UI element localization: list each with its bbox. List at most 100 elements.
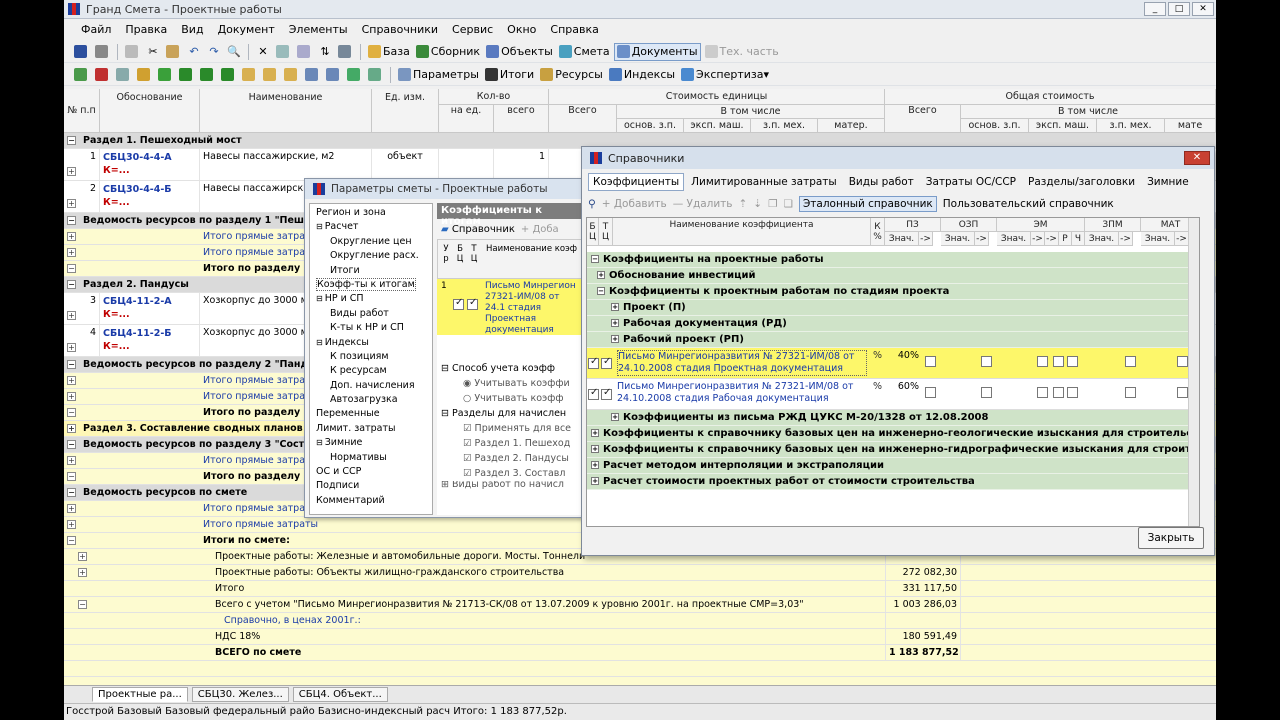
section-2-check[interactable]: ☑ Раздел 2. Пандусы — [441, 451, 583, 466]
dcol-r[interactable]: Р — [1059, 232, 1072, 246]
expand-icon[interactable]: + — [67, 248, 76, 257]
item-flag-check[interactable] — [981, 387, 992, 398]
group-expand-icon[interactable]: + — [611, 413, 619, 421]
params-row-check-t[interactable] — [467, 297, 478, 310]
expand-icon[interactable]: + — [67, 392, 76, 401]
grid-icon[interactable] — [295, 43, 314, 61]
row-code[interactable]: СБЦ30-4-4-А К=... — [100, 149, 200, 180]
dcol-value[interactable]: Знач. — [885, 232, 919, 246]
tree-down-icon[interactable]: ⇣ — [753, 198, 762, 210]
expand-icon[interactable]: − — [67, 360, 76, 369]
menu-window[interactable]: Окно — [500, 23, 543, 36]
menu-document[interactable]: Документ — [211, 23, 282, 36]
col-tc-zp[interactable]: основ. з.п. — [961, 119, 1029, 133]
tree-node[interactable]: Коэфф-ты к итогам — [310, 277, 432, 292]
item-flag-check[interactable] — [1053, 387, 1064, 398]
group-expand-icon[interactable]: + — [591, 429, 599, 437]
col-mater[interactable]: матер. — [818, 119, 885, 133]
total-row[interactable]: + Проектные работы: Объекты жилищно-гражд… — [64, 565, 1216, 581]
toolbar-objects[interactable]: Объекты — [484, 43, 555, 61]
toolbar-indexes[interactable]: Индексы — [607, 66, 677, 84]
params-sprav-button[interactable]: ▰ Справочник — [441, 224, 515, 235]
row-code[interactable]: СБЦ4-11-2-Б К=... — [100, 325, 200, 356]
item-flag-check[interactable] — [1067, 387, 1078, 398]
col-qty-per[interactable]: на ед. — [439, 105, 494, 133]
toolbar-documents[interactable]: Документы — [613, 42, 701, 61]
col-tc-total[interactable]: Всего — [885, 105, 961, 133]
coef-group-row[interactable]: + Расчет методом интерполяции и экстрапол… — [587, 458, 1199, 474]
delete-icon[interactable]: ✕ — [254, 43, 272, 61]
undo-icon[interactable]: ↶ — [185, 43, 203, 61]
tab-winter[interactable]: Зимние — [1142, 173, 1194, 191]
item-flag-check[interactable] — [1037, 387, 1048, 398]
expand-icon[interactable]: + — [67, 456, 76, 465]
tab-sbc30[interactable]: СБЦ30. Желез... — [191, 687, 289, 702]
item-check-t[interactable] — [601, 356, 612, 369]
row-code[interactable]: СБЦ30-4-4-Б К=... — [100, 181, 200, 212]
item-flag-check[interactable] — [1053, 356, 1064, 367]
group-expand-icon[interactable]: + — [591, 445, 599, 453]
tree-expand-icon[interactable]: ⊟ — [316, 294, 323, 303]
toolbar-itogi[interactable]: Итоги — [483, 66, 536, 84]
minimize-button[interactable]: _ — [1144, 2, 1166, 16]
list-icon[interactable] — [336, 43, 355, 61]
expand-icon[interactable]: + — [78, 552, 87, 561]
row-code[interactable]: СБЦ4-11-2-А К=... — [100, 293, 200, 324]
coef-group-row[interactable]: + Расчет стоимости проектных работ от сто… — [587, 474, 1199, 490]
toolbar-expert[interactable]: Экспертиза ▾ — [679, 66, 771, 84]
add-green3-icon[interactable] — [219, 66, 238, 84]
tab-sbc4[interactable]: СБЦ4. Объект... — [292, 687, 388, 702]
tree-node[interactable]: К-ты к НР и СП — [310, 321, 432, 335]
toolbar-smeta[interactable]: Смета — [557, 43, 612, 61]
tree-node[interactable]: Нормативы — [310, 451, 432, 465]
dcol-arrow[interactable]: -> — [975, 232, 989, 246]
section-3-check[interactable]: ☑ Раздел 3. Составл — [441, 466, 583, 481]
expand-icon[interactable]: + — [67, 424, 76, 433]
col-unit-cost[interactable]: Стоимость единицы — [549, 89, 885, 105]
calc-icon[interactable] — [303, 66, 322, 84]
dcol-arrow[interactable]: -> — [1175, 232, 1189, 246]
menu-elements[interactable]: Элементы — [282, 23, 355, 36]
doc-icon[interactable] — [114, 66, 133, 84]
close-window-button[interactable]: ✕ — [1192, 2, 1214, 16]
menu-view[interactable]: Вид — [174, 23, 210, 36]
coef-group-row[interactable]: + Коэффициенты к справочнику базовых цен … — [587, 426, 1199, 442]
add-icon[interactable] — [156, 66, 175, 84]
dcol-value[interactable]: Знач. — [1141, 232, 1175, 246]
coef-group-row[interactable]: + Рабочий проект (РП) — [587, 332, 1199, 348]
coef-group-row[interactable]: + Коэффициенты из письма РЖД ЦУКС М-20/13… — [587, 410, 1199, 426]
expand-icon[interactable]: − — [67, 472, 76, 481]
tree-node[interactable]: Округление расх. — [310, 249, 432, 263]
expand-icon[interactable]: − — [67, 440, 76, 449]
coef-item-row[interactable]: Письмо Минрегионразвития № 27321-ИМ/08 о… — [587, 348, 1199, 379]
item-flag-check[interactable] — [1177, 387, 1188, 398]
tree-node[interactable]: Комментарий — [310, 494, 432, 508]
params-row[interactable]: 1 Письмо Минрегион 27321-ИМ/08 от 24.1 с… — [437, 279, 583, 335]
tree-node[interactable]: ⊟ Расчет — [310, 220, 432, 234]
tree-expand-icon[interactable]: ⊟ — [316, 222, 323, 231]
tree-node[interactable]: К ресурсам — [310, 364, 432, 378]
paste-icon[interactable] — [164, 43, 183, 61]
redo-icon[interactable]: ↷ — [205, 43, 223, 61]
tree-node[interactable]: Виды работ — [310, 307, 432, 321]
expand-icon[interactable]: − — [67, 264, 76, 273]
dcol-pct[interactable]: К % — [871, 218, 885, 246]
tree-node[interactable]: Доп. начисления — [310, 379, 432, 393]
check-icon[interactable] — [345, 66, 364, 84]
toolbar-params[interactable]: Параметры — [396, 66, 481, 84]
expand-icon[interactable]: − — [67, 136, 76, 145]
method-option-2[interactable]: ○ Учитывать коэфф — [441, 391, 583, 406]
toolbar-resources[interactable]: Ресурсы — [538, 66, 605, 84]
group-expand-icon[interactable]: − — [591, 255, 599, 263]
tree-node[interactable]: Переменные — [310, 407, 432, 421]
total-row[interactable]: Справочно, в ценах 2001г.: — [64, 613, 1216, 629]
total-row[interactable]: Итого 331 117,50 — [64, 581, 1216, 597]
col-basis[interactable]: Обоснование — [100, 89, 200, 133]
expand-icon[interactable]: − — [67, 536, 76, 545]
tree-expand-icon[interactable]: ⊟ — [316, 338, 323, 347]
menu-help[interactable]: Справка — [543, 23, 605, 36]
tree-node[interactable]: Подписи — [310, 479, 432, 493]
dialog-add-button[interactable]: + Добавить — [602, 198, 667, 210]
item-flag-check[interactable] — [925, 387, 936, 398]
group-expand-icon[interactable]: + — [597, 271, 605, 279]
